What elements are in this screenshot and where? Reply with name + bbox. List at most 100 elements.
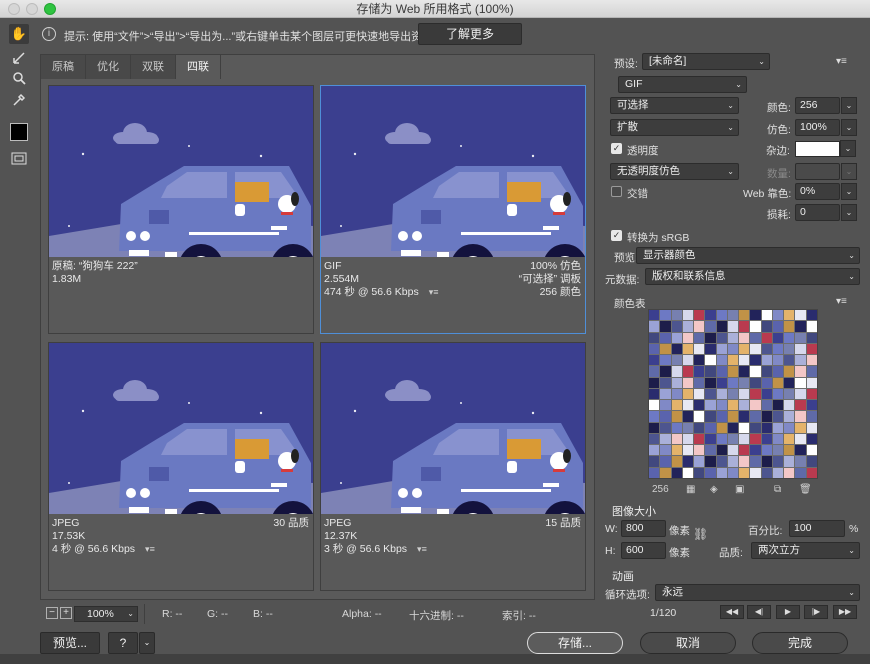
color-table-swatch[interactable] [671, 400, 682, 411]
color-table-swatch[interactable] [739, 321, 750, 332]
height-input[interactable]: 600 [621, 542, 666, 559]
color-table-swatch[interactable] [806, 445, 817, 456]
color-table-swatch[interactable] [660, 377, 671, 388]
color-table-swatch[interactable] [761, 310, 772, 321]
color-table-swatch[interactable] [727, 467, 739, 478]
color-table-swatch[interactable] [694, 366, 705, 377]
color-table-swatch[interactable] [649, 321, 660, 332]
color-table-swatch[interactable] [727, 366, 739, 377]
color-table-swatch[interactable] [649, 411, 660, 422]
color-table-swatch[interactable] [739, 366, 750, 377]
color-table-swatch[interactable] [750, 332, 761, 343]
color-table-swatch[interactable] [705, 332, 716, 343]
color-table-swatch[interactable] [750, 355, 761, 366]
color-table-swatch[interactable] [649, 422, 660, 433]
width-input[interactable]: 800 [621, 520, 666, 537]
color-table-swatch[interactable] [649, 343, 660, 355]
color-table-swatch[interactable] [694, 445, 705, 456]
color-table-swatch[interactable] [705, 422, 716, 433]
tab-optimized[interactable]: 优化 [86, 55, 131, 79]
color-table-swatch[interactable] [694, 377, 705, 388]
color-table-swatch[interactable] [716, 400, 727, 411]
color-table-swatch[interactable] [784, 332, 795, 343]
color-table-swatch[interactable] [682, 366, 694, 377]
color-table-swatch[interactable] [682, 411, 694, 422]
color-table-swatch[interactable] [727, 332, 739, 343]
color-table-swatch[interactable] [671, 321, 682, 332]
color-table-swatch[interactable] [750, 388, 761, 400]
tab-original[interactable]: 原稿 [41, 55, 86, 79]
color-table-swatch[interactable] [727, 355, 739, 366]
chevron-down-icon[interactable]: ⌄ [841, 119, 857, 136]
zoom-icon[interactable] [9, 68, 29, 88]
color-table-swatch[interactable] [750, 321, 761, 332]
color-table-swatch[interactable] [772, 411, 784, 422]
zoom-level-select[interactable]: 100% ⌄ [74, 606, 138, 622]
color-table-swatch[interactable] [660, 343, 671, 355]
color-table-swatch[interactable] [784, 422, 795, 433]
color-table-swatch[interactable] [739, 332, 750, 343]
color-table-swatch[interactable] [694, 310, 705, 321]
color-table-swatch[interactable] [750, 310, 761, 321]
color-table-swatch[interactable] [727, 343, 739, 355]
color-table-swatch[interactable] [739, 377, 750, 388]
color-table-swatch[interactable] [649, 388, 660, 400]
color-table-swatch[interactable] [761, 343, 772, 355]
color-table-swatch[interactable] [806, 377, 817, 388]
color-table-swatch[interactable] [660, 388, 671, 400]
eyedropper-icon[interactable] [9, 90, 29, 110]
color-table-swatch[interactable] [716, 366, 727, 377]
color-table-swatch[interactable] [761, 388, 772, 400]
color-table-swatch[interactable] [795, 422, 806, 433]
color-table-swatch[interactable] [649, 310, 660, 321]
color-table-swatch[interactable] [795, 377, 806, 388]
color-table-swatch[interactable] [784, 355, 795, 366]
color-table-swatch[interactable] [806, 411, 817, 422]
color-table-swatch[interactable] [705, 310, 716, 321]
color-table-swatch[interactable] [716, 411, 727, 422]
color-table-swatch[interactable] [772, 310, 784, 321]
color-table-swatch[interactable] [806, 467, 817, 478]
color-table-swatch[interactable] [806, 456, 817, 467]
color-table-swatch[interactable] [716, 321, 727, 332]
color-table-swatch[interactable] [784, 343, 795, 355]
color-table-swatch[interactable] [682, 433, 694, 445]
color-table-swatch[interactable] [649, 456, 660, 467]
color-table-swatch[interactable] [716, 332, 727, 343]
color-table-swatch[interactable] [705, 377, 716, 388]
color-table-swatch[interactable] [694, 321, 705, 332]
color-table-swatch[interactable] [750, 377, 761, 388]
browser-icon[interactable]: ? [108, 632, 138, 654]
eyedropper-color-swatch[interactable] [10, 123, 28, 141]
color-table-swatch[interactable] [649, 445, 660, 456]
tab-4up[interactable]: 四联 [176, 55, 221, 79]
color-table-swatch[interactable] [806, 332, 817, 343]
learn-more-button[interactable]: 了解更多 [418, 23, 522, 45]
color-table-swatch[interactable] [705, 445, 716, 456]
color-table-swatch[interactable] [705, 343, 716, 355]
preset-select[interactable]: [未命名] ⌄ [642, 53, 770, 70]
color-table-swatch[interactable] [716, 445, 727, 456]
color-table-swatch[interactable] [660, 355, 671, 366]
color-table-swatch[interactable] [772, 422, 784, 433]
color-table-swatch[interactable] [772, 388, 784, 400]
color-table-swatch[interactable] [705, 355, 716, 366]
web-snap-input[interactable]: 0% ⌄ [795, 183, 857, 200]
color-table-swatch[interactable] [671, 411, 682, 422]
color-reduction-select[interactable]: 可选择 ⌄ [610, 97, 739, 114]
tab-2up[interactable]: 双联 [131, 55, 176, 79]
color-table-swatch[interactable] [772, 355, 784, 366]
color-table-swatch[interactable] [739, 422, 750, 433]
color-table-swatch[interactable] [682, 310, 694, 321]
color-table-swatch[interactable] [761, 377, 772, 388]
zoom-in-button[interactable]: + [60, 607, 72, 619]
color-table-swatch[interactable] [660, 400, 671, 411]
color-table-swatch[interactable] [694, 332, 705, 343]
cancel-button[interactable]: 取消 [640, 632, 736, 654]
color-table-swatch[interactable] [660, 456, 671, 467]
preview-color-select[interactable]: 显示器颜色 ⌄ [636, 247, 860, 264]
color-table-swatch[interactable] [705, 321, 716, 332]
color-table-swatch[interactable] [806, 321, 817, 332]
color-table-swatch[interactable] [761, 422, 772, 433]
color-table-swatch[interactable] [784, 310, 795, 321]
